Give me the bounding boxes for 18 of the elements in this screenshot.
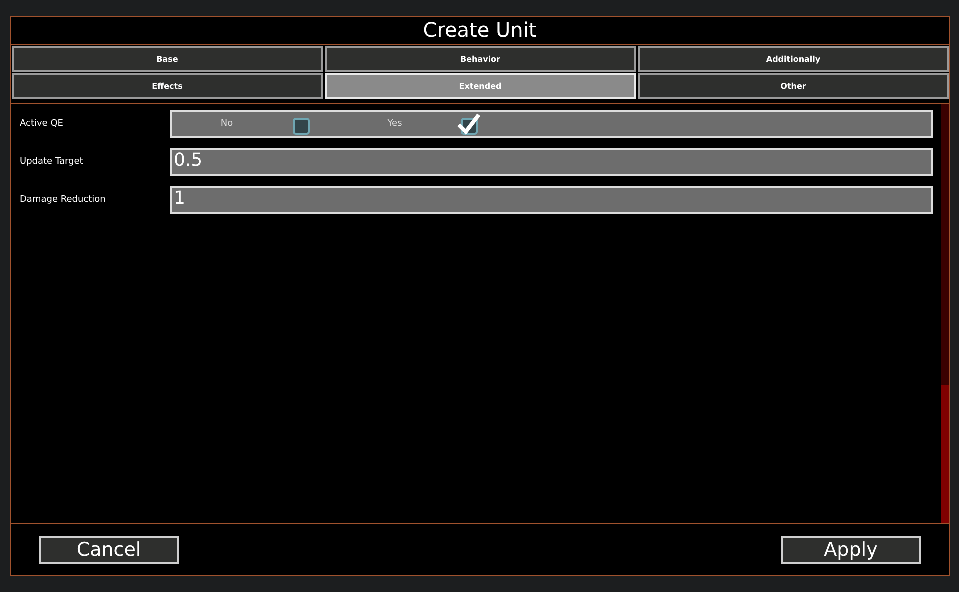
tab[interactable]: Other <box>638 73 949 99</box>
checkbox[interactable] <box>457 113 481 135</box>
dialog-button[interactable]: Apply <box>781 536 921 564</box>
dialog-button[interactable]: Cancel <box>39 536 179 564</box>
field-label: Update Target <box>19 157 84 167</box>
number-field[interactable]: 0.5 <box>170 148 933 176</box>
option-label: No <box>220 119 234 129</box>
tab[interactable]: Base <box>12 46 323 72</box>
tab[interactable]: Behavior <box>325 46 636 72</box>
field-label: Active QE <box>19 119 64 129</box>
window-title: Create Unit <box>11 17 949 45</box>
field-label: Damage Reduction <box>19 195 107 205</box>
option-label: Yes <box>386 119 404 129</box>
tab[interactable]: Additionally <box>638 46 949 72</box>
scrollbar[interactable] <box>941 104 949 523</box>
scrollbar-thumb[interactable] <box>941 385 949 523</box>
tab[interactable]: Effects <box>12 73 323 99</box>
number-field[interactable]: 1 <box>170 186 933 214</box>
